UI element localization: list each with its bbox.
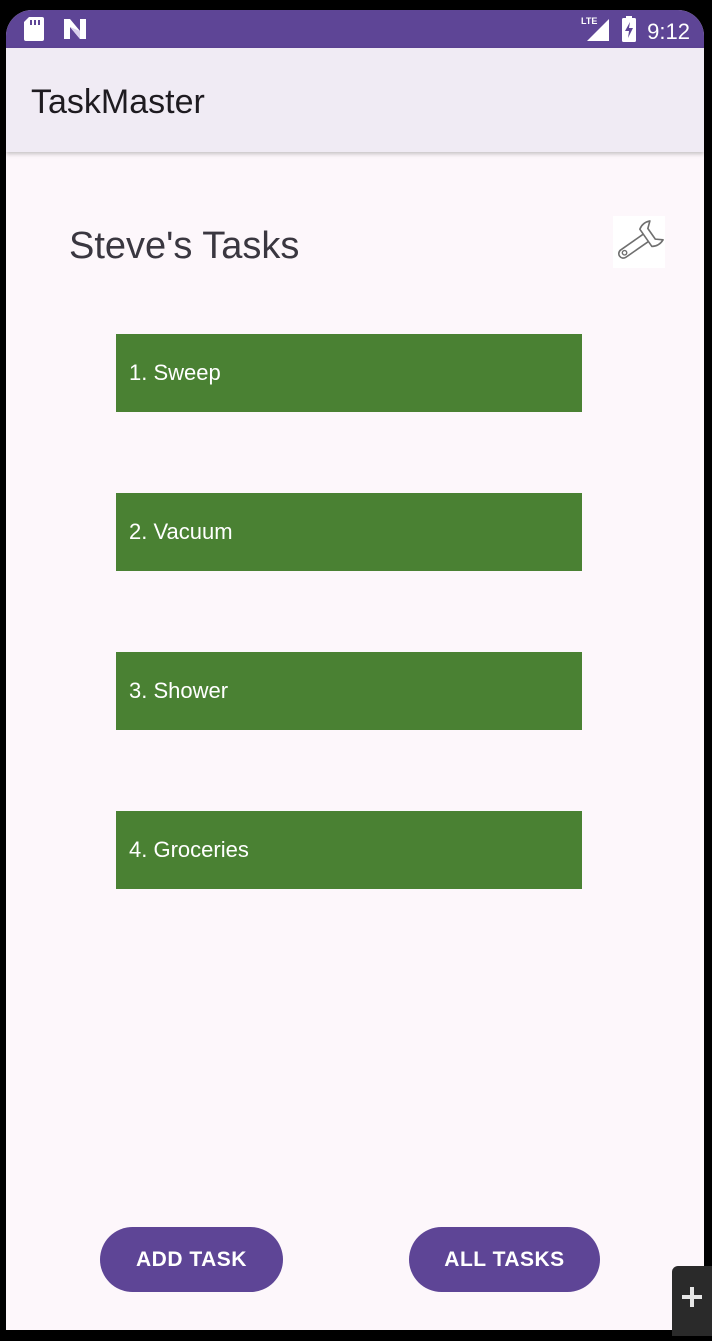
status-notifications	[24, 17, 88, 46]
all-tasks-button[interactable]: ALL TASKS	[409, 1227, 600, 1292]
phone-screen: LTE 9:12 TaskMaster Steve's Tasks 1. Swe…	[6, 10, 704, 1330]
task-label: 4. Groceries	[129, 837, 249, 862]
clock: 9:12	[647, 18, 690, 44]
task-item[interactable]: 4. Groceries	[116, 811, 582, 889]
add-task-button[interactable]: ADD TASK	[100, 1227, 283, 1292]
task-label: 1. Sweep	[129, 360, 221, 385]
status-bar: LTE 9:12	[6, 10, 704, 48]
task-label: 2. Vacuum	[129, 519, 233, 544]
svg-text:LTE: LTE	[581, 16, 597, 26]
battery-charging-icon	[621, 15, 637, 48]
emulator-toolbar-tab[interactable]	[672, 1266, 712, 1336]
task-item[interactable]: 1. Sweep	[116, 334, 582, 412]
task-item[interactable]: 2. Vacuum	[116, 493, 582, 571]
task-item[interactable]: 3. Shower	[116, 652, 582, 730]
app-bar: TaskMaster	[6, 48, 704, 152]
page-title: Steve's Tasks	[69, 225, 300, 267]
status-system: LTE 9:12	[581, 15, 690, 48]
sd-card-icon	[24, 17, 44, 46]
settings-button[interactable]	[613, 216, 665, 268]
n-logo-icon	[62, 17, 88, 46]
app-title: TaskMaster	[31, 83, 205, 121]
lte-signal-icon: LTE	[581, 15, 611, 48]
task-list: 1. Sweep 2. Vacuum 3. Shower 4. Grocerie…	[116, 334, 582, 970]
plus-icon	[672, 1287, 712, 1340]
wrench-icon	[613, 220, 665, 271]
task-label: 3. Shower	[129, 678, 229, 703]
